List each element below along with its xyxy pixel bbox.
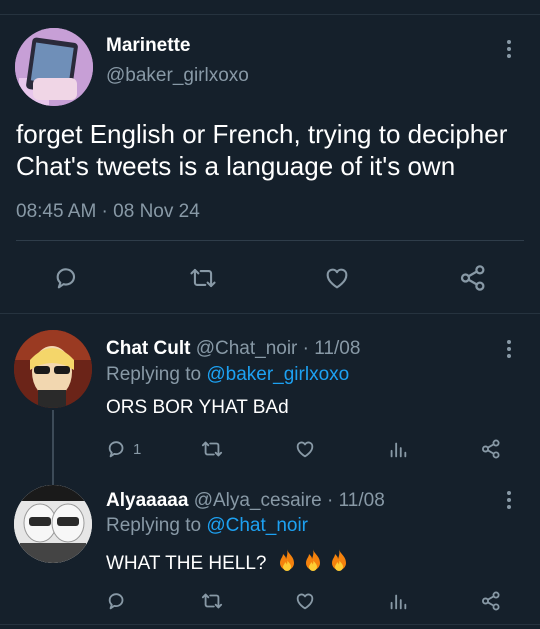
replying-to-link[interactable]: @baker_girlxoxo (206, 364, 349, 385)
share-button[interactable] (480, 590, 502, 612)
reply-text: ORS BOR YHAT BAd (106, 397, 289, 418)
share-icon (460, 265, 485, 291)
main-tweet-timestamp: 08:45 AM · 08 Nov 24 (16, 201, 200, 222)
analytics-icon (390, 442, 407, 458)
fire-emoji-icon (276, 548, 298, 578)
retweet-icon (190, 268, 216, 288)
more-options-icon[interactable] (506, 40, 512, 61)
like-button[interactable] (294, 590, 316, 612)
reply-handle[interactable]: @Chat_noir (196, 338, 298, 359)
reply-avatar[interactable] (14, 485, 92, 563)
reply-display-name[interactable]: Alyaaaaa (106, 490, 188, 511)
bottom-separator (0, 624, 540, 625)
replying-to-prefix: Replying to (106, 364, 207, 385)
main-tweet-text: forget English or French, trying to deci… (16, 119, 508, 181)
tweet-separator (0, 313, 540, 314)
retweet-button[interactable] (200, 590, 224, 612)
like-button[interactable] (323, 264, 351, 292)
reply-button[interactable] (53, 264, 81, 292)
reply-count: 1 (133, 440, 142, 458)
reply-date: · 11/08 (302, 338, 361, 359)
heart-icon (326, 268, 348, 289)
reply-icon (108, 441, 124, 458)
share-button[interactable] (458, 263, 488, 293)
share-button[interactable] (480, 438, 502, 460)
main-avatar[interactable] (15, 28, 93, 106)
heart-icon (296, 593, 314, 610)
reply-button[interactable]: 1 (106, 438, 141, 460)
reply-date: · 11/08 (327, 490, 385, 511)
like-button[interactable] (294, 438, 316, 460)
main-display-name[interactable]: Marinette (106, 35, 190, 57)
retweet-icon (201, 441, 223, 457)
retweet-button[interactable] (188, 264, 218, 292)
reply-author[interactable]: Chat Cult @Chat_noir · 11/08 (106, 338, 360, 360)
reply-avatar[interactable] (14, 330, 92, 408)
retweet-button[interactable] (200, 438, 224, 460)
heart-icon (296, 441, 314, 458)
reply-text-line: WHAT THE HELL? (106, 548, 350, 578)
top-divider (0, 14, 540, 15)
reply-button[interactable] (106, 590, 133, 612)
reply-text: WHAT THE HELL? (106, 553, 267, 574)
replying-to-prefix: Replying to (106, 515, 207, 536)
reply-icon (56, 268, 76, 289)
analytics-button[interactable] (387, 590, 409, 612)
reply-display-name[interactable]: Chat Cult (106, 338, 190, 359)
thread-line (52, 410, 54, 485)
retweet-icon (201, 593, 223, 609)
replying-to: Replying to @Chat_noir (106, 515, 308, 537)
main-handle[interactable]: @baker_girlxoxo (106, 65, 249, 87)
reply-icon (108, 593, 124, 610)
share-icon (482, 591, 500, 611)
meta-divider (16, 240, 524, 241)
more-options-icon[interactable] (506, 340, 512, 361)
more-options-icon[interactable] (506, 491, 512, 512)
replying-to-link[interactable]: @Chat_noir (206, 515, 308, 536)
share-icon (482, 439, 500, 459)
fire-emoji-icon (328, 548, 350, 578)
reply-author[interactable]: Alyaaaaa @Alya_cesaire · 11/08 (106, 490, 385, 512)
analytics-icon (390, 594, 407, 610)
reply-handle[interactable]: @Alya_cesaire (194, 490, 322, 511)
analytics-button[interactable] (387, 438, 409, 460)
replying-to: Replying to @baker_girlxoxo (106, 364, 349, 386)
fire-emoji-icon (302, 548, 324, 578)
